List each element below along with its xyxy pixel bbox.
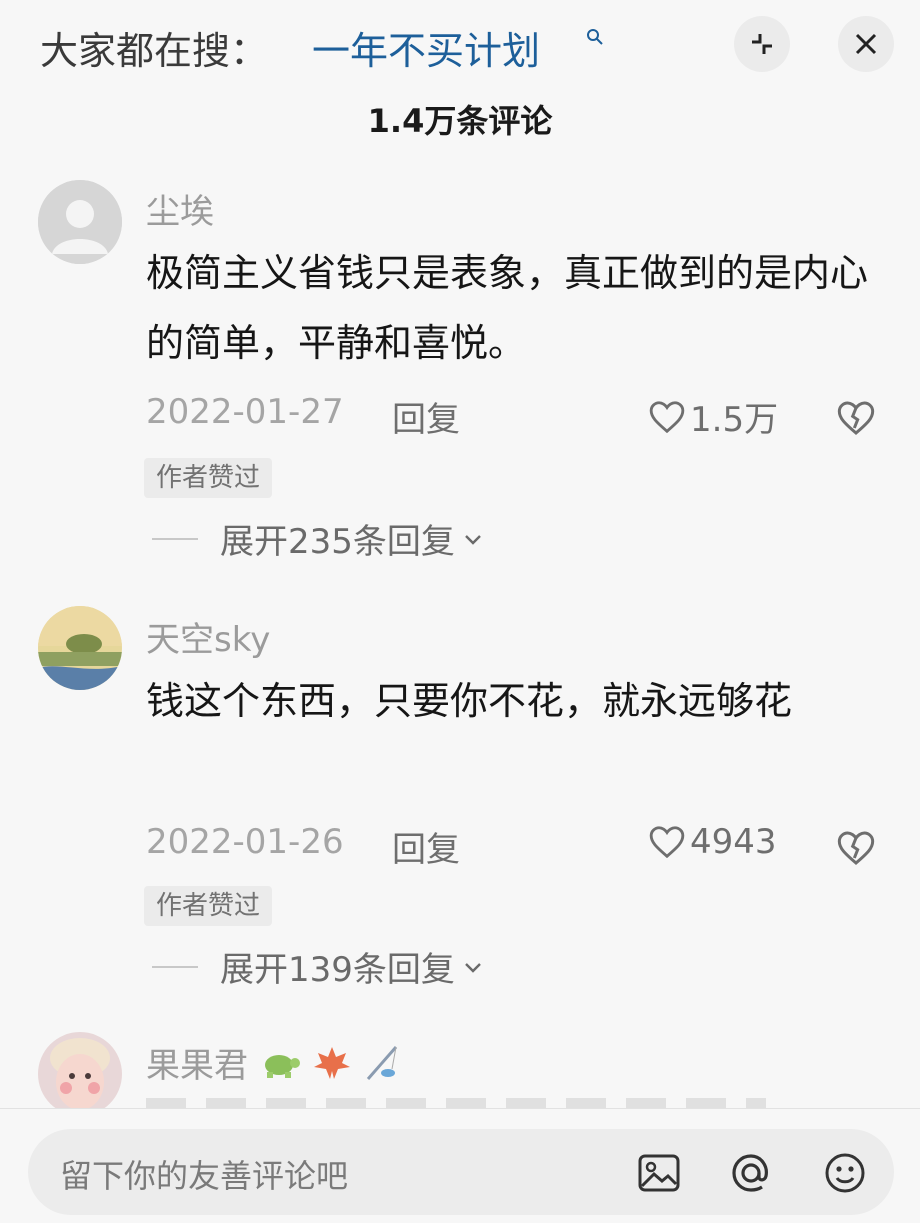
like-button[interactable]: 4943 bbox=[648, 822, 777, 862]
username[interactable]: 尘埃 bbox=[146, 184, 214, 233]
heart-icon bbox=[649, 400, 685, 433]
child-photo-avatar-image bbox=[38, 1032, 122, 1116]
turtle-emoji-icon bbox=[264, 1055, 300, 1078]
reply-button[interactable]: 回复 bbox=[392, 822, 460, 871]
like-count: 1.5万 bbox=[690, 400, 779, 440]
avatar[interactable] bbox=[38, 606, 122, 690]
trending-search-label: 大家都在搜： bbox=[40, 29, 269, 73]
comment-text: 钱这个东西，只要你不花，就永远够花 bbox=[146, 679, 793, 723]
expand-replies-button[interactable]: 展开235条回复 bbox=[152, 514, 485, 563]
expand-replies-label: 展开235条回复 bbox=[220, 522, 455, 562]
username[interactable]: 果果君 bbox=[146, 1046, 248, 1086]
trending-search-term[interactable]: 一年不买计划 bbox=[312, 20, 540, 75]
comment-date: 2022-01-27 bbox=[146, 392, 344, 432]
comment-input-placeholder: 留下你的友善评论吧 bbox=[60, 1157, 349, 1195]
username[interactable]: 天空sky bbox=[146, 612, 270, 661]
author-liked-badge: 作者赞过 bbox=[144, 886, 273, 926]
comment-composer-bar: 留下你的友善评论吧 bbox=[0, 1108, 920, 1223]
top-bar: 大家都在搜： 一年不买计划 bbox=[0, 0, 920, 100]
chevron-down-icon bbox=[465, 534, 481, 545]
close-icon bbox=[855, 33, 877, 55]
author-liked-badge: 作者赞过 bbox=[144, 458, 273, 498]
like-count: 4943 bbox=[690, 822, 777, 862]
emoji-icon[interactable] bbox=[822, 1150, 868, 1196]
maple-leaf-emoji-icon bbox=[313, 1047, 350, 1079]
image-icon[interactable] bbox=[636, 1150, 682, 1196]
comment-text: 极简主义省钱只是表象，真正做到的是内心的简单，平静和喜悦。 bbox=[146, 251, 869, 365]
heart-icon bbox=[649, 826, 685, 859]
broken-heart-icon[interactable] bbox=[836, 398, 876, 438]
collapse-button[interactable] bbox=[734, 16, 790, 72]
comment-count: 1.4万条评论 bbox=[367, 102, 553, 140]
collapse-icon bbox=[752, 34, 772, 54]
landscape-avatar-image bbox=[38, 606, 122, 690]
default-avatar-icon bbox=[38, 180, 122, 264]
divider bbox=[152, 965, 198, 968]
reply-button[interactable]: 回复 bbox=[392, 392, 460, 441]
avatar[interactable] bbox=[38, 1032, 122, 1116]
search-icon[interactable] bbox=[586, 28, 604, 46]
avatar[interactable] bbox=[38, 180, 122, 264]
close-button[interactable] bbox=[838, 16, 894, 72]
expand-replies-button[interactable]: 展开139条回复 bbox=[152, 942, 485, 991]
username-row: 果果君 bbox=[146, 1038, 402, 1087]
divider bbox=[152, 537, 198, 540]
broken-heart-icon[interactable] bbox=[836, 828, 876, 868]
at-icon[interactable] bbox=[728, 1150, 774, 1196]
chevron-down-icon bbox=[465, 962, 481, 973]
fishing-pole-emoji-icon bbox=[367, 1046, 398, 1080]
comment-date: 2022-01-26 bbox=[146, 822, 344, 862]
comment-input[interactable]: 留下你的友善评论吧 bbox=[28, 1129, 894, 1215]
like-button[interactable]: 1.5万 bbox=[648, 392, 778, 441]
expand-replies-label: 展开139条回复 bbox=[220, 950, 455, 990]
